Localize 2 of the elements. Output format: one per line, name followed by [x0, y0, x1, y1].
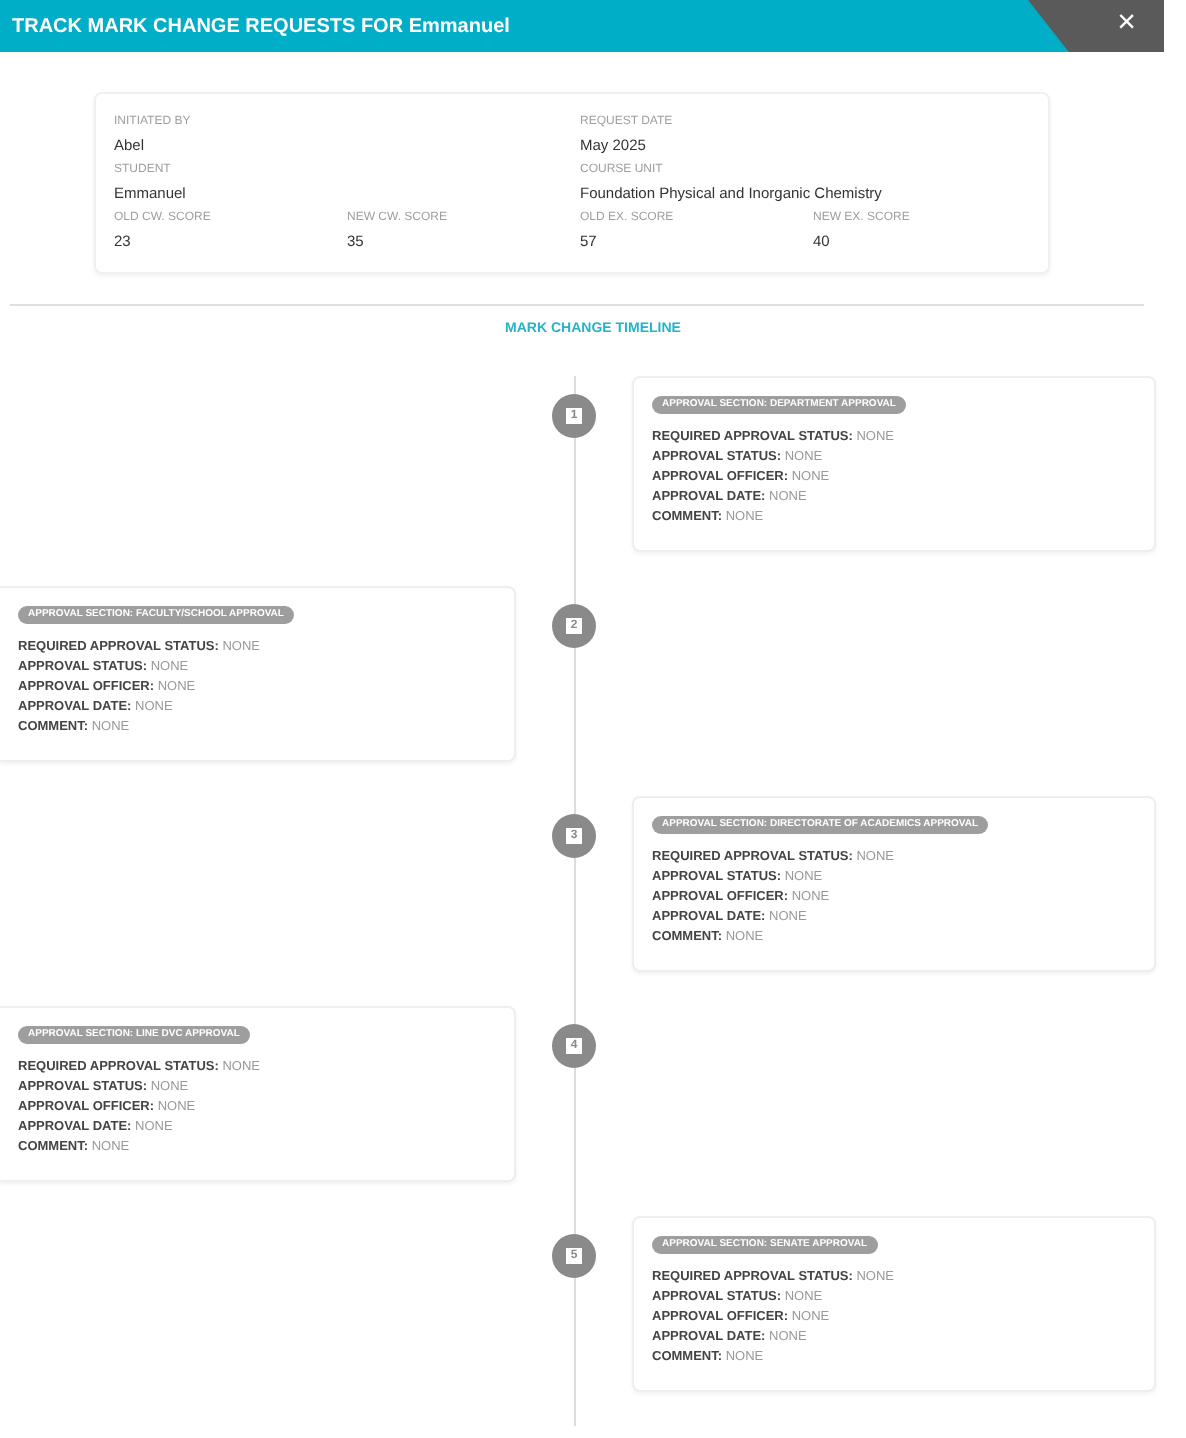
close-button[interactable]: × [1117, 6, 1136, 42]
window-title: TRACK MARK CHANGE REQUESTS FOR Emmanuel [12, 13, 510, 41]
